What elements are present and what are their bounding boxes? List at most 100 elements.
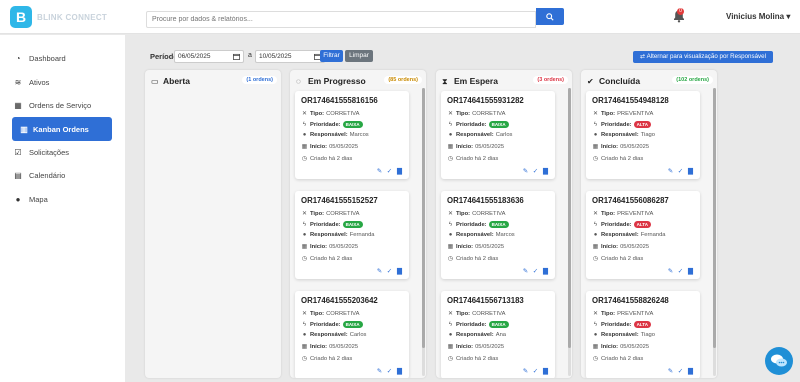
sidebar: ◔ Dashboard ≋ Ativos ▦ Ordens de Serviço ▥ K… (0, 35, 125, 382)
filter-button[interactable]: Filtrar (320, 50, 343, 62)
scrollbar-thumb[interactable] (422, 88, 425, 348)
type-row: ✕ Tipo: CORRETIVA (447, 310, 505, 318)
trash-icon[interactable]: ▇ (542, 368, 549, 375)
edit-icon[interactable]: ✎ (522, 168, 529, 175)
trash-icon[interactable]: ▇ (542, 268, 549, 275)
sidebar-item-dashboard[interactable]: ◔ Dashboard (0, 49, 125, 67)
type-label: Tipo: (601, 110, 616, 117)
order-card[interactable]: OR174641558826248 ✕ Tipo: PREVENTIVA ϟ Priori… (586, 291, 700, 378)
user-icon: ● (302, 232, 307, 238)
edit-icon[interactable]: ✎ (522, 368, 529, 375)
sidebar-item-label: Ativos (29, 77, 50, 87)
trash-icon[interactable]: ▇ (396, 268, 403, 275)
start-label: Início: (601, 343, 619, 350)
check-icon[interactable]: ✓ (386, 268, 393, 275)
priority-label: Prioridade: (601, 321, 632, 328)
trash-icon[interactable]: ▇ (396, 168, 403, 175)
order-card[interactable]: OR174641556086287 ✕ Tipo: PREVENTIVA ϟ Priori… (586, 191, 700, 279)
wrench-icon: ✕ (447, 311, 454, 317)
scrollbar-thumb[interactable] (568, 88, 571, 348)
edit-icon[interactable]: ✎ (667, 368, 674, 375)
card-actions: ✎ ✓ ▇ (376, 168, 403, 175)
edit-icon[interactable]: ✎ (522, 268, 529, 275)
responsible-row: ● Responsável: Fernanda (301, 232, 375, 238)
order-card[interactable]: OR174641555152527 ✕ Tipo: CORRETIVA ϟ Priorid… (295, 191, 409, 279)
edit-icon[interactable]: ✎ (376, 168, 383, 175)
trash-icon[interactable]: ▇ (396, 368, 403, 375)
date-from-input[interactable]: 06/05/2025 (174, 50, 244, 63)
edit-icon[interactable]: ✎ (376, 268, 383, 275)
edit-icon[interactable]: ✎ (376, 368, 383, 375)
column-scrollbar[interactable] (568, 88, 571, 376)
check-icon[interactable]: ✓ (677, 368, 684, 375)
order-card[interactable]: OR174641555816156 ✕ Tipo: CORRETIVA ϟ Priorid… (295, 91, 409, 179)
type-value: CORRETIVA (326, 210, 360, 217)
column-scrollbar[interactable] (713, 88, 716, 376)
date-from-value: 06/05/2025 (178, 53, 211, 60)
edit-icon[interactable]: ✎ (667, 168, 674, 175)
responsible-value: Carlos (495, 132, 513, 138)
column-title: Aberta (163, 76, 190, 86)
start-label: Início: (456, 343, 474, 350)
check-icon[interactable]: ✓ (677, 268, 684, 275)
order-card[interactable]: OR174641554948128 ✕ Tipo: PREVENTIVA ϟ Priori… (586, 91, 700, 179)
order-id: OR174641556713183 (447, 296, 524, 305)
start-row: ▦ Início: 05/05/2025 (447, 143, 504, 151)
calendar-icon: ▦ (301, 344, 308, 350)
type-value: PREVENTIVA (617, 210, 654, 217)
check-icon[interactable]: ✓ (532, 268, 539, 275)
search-button[interactable] (536, 8, 564, 25)
clock-icon: ◷ (592, 156, 599, 162)
start-label: Início: (456, 143, 474, 150)
trash-icon[interactable]: ▇ (542, 168, 549, 175)
kanban-column-0: ▭ Aberta (1 ordens) (145, 70, 281, 378)
order-card[interactable]: OR174641555931282 ✕ Tipo: CORRETIVA ϟ Priorid… (441, 91, 555, 179)
clock-icon: ◷ (447, 156, 454, 162)
priority-label: Prioridade: (456, 221, 487, 228)
column-scrollbar[interactable] (422, 88, 425, 376)
user-menu[interactable]: Vinicius Molina ▾ (726, 12, 790, 21)
priority-badge: BAIXA (488, 321, 509, 328)
type-label: Tipo: (456, 310, 471, 317)
sidebar-item-calendario[interactable]: ▤ Calendário (0, 166, 125, 184)
edit-icon[interactable]: ✎ (667, 268, 674, 275)
trash-icon[interactable]: ▇ (687, 168, 694, 175)
priority-row: ϟ Prioridade: BAIXA (301, 221, 363, 228)
sidebar-item-solicitacoes[interactable]: ☑ Solicitações (0, 143, 125, 161)
column-header: ▭ Aberta (1 ordens) (151, 76, 277, 88)
chat-button[interactable] (765, 347, 793, 375)
logo-mark: B (10, 6, 32, 28)
check-icon[interactable]: ✓ (386, 368, 393, 375)
chevron-down-icon: ▾ (786, 12, 791, 21)
check-icon[interactable]: ✓ (386, 168, 393, 175)
created-value: Criado há 2 dias (456, 355, 499, 362)
sidebar-item-mapa[interactable]: ● Mapa (0, 190, 125, 208)
check-icon[interactable]: ✓ (532, 368, 539, 375)
trash-icon[interactable]: ▇ (687, 368, 694, 375)
brand-logo[interactable]: B BLINK CONNECT (10, 5, 130, 29)
check-icon[interactable]: ✓ (532, 168, 539, 175)
calendar-icon: ▦ (301, 144, 308, 150)
order-card[interactable]: OR174641555203642 ✕ Tipo: CORRETIVA ϟ Priorid… (295, 291, 409, 378)
sidebar-item-ordens-de-servico[interactable]: ▦ Ordens de Serviço (0, 96, 125, 114)
sidebar-item-ativos[interactable]: ≋ Ativos (0, 73, 125, 91)
order-card[interactable]: OR174641556713183 ✕ Tipo: CORRETIVA ϟ Priorid… (441, 291, 555, 378)
scrollbar-thumb[interactable] (713, 88, 716, 348)
wrench-icon: ✕ (301, 311, 308, 317)
order-card[interactable]: OR174641555183636 ✕ Tipo: CORRETIVA ϟ Priorid… (441, 191, 555, 279)
column-count-badge: (102 ordens) (672, 76, 713, 84)
responsible-row: ● Responsável: Tiago (592, 332, 655, 338)
date-to-value: 10/05/2025 (259, 53, 292, 60)
wrench-icon: ✕ (447, 211, 454, 217)
date-to-input[interactable]: 10/05/2025 (255, 50, 325, 63)
check-icon[interactable]: ✓ (677, 168, 684, 175)
priority-row: ϟ Prioridade: BAIXA (447, 121, 509, 128)
sidebar-item-kanban-ordens[interactable]: ▥ Kanban Ordens (12, 117, 112, 141)
clear-button[interactable]: Limpar (345, 50, 373, 62)
trash-icon[interactable]: ▇ (687, 268, 694, 275)
start-value: 05/05/2025 (475, 343, 505, 350)
search-input[interactable] (146, 11, 536, 28)
toggle-view-button[interactable]: ⇄ Alternar para visualização por Respons… (633, 51, 773, 63)
sidebar-item-label: Solicitações (29, 147, 70, 157)
column-header: ✔ Concluída (102 ordens) (587, 76, 713, 88)
